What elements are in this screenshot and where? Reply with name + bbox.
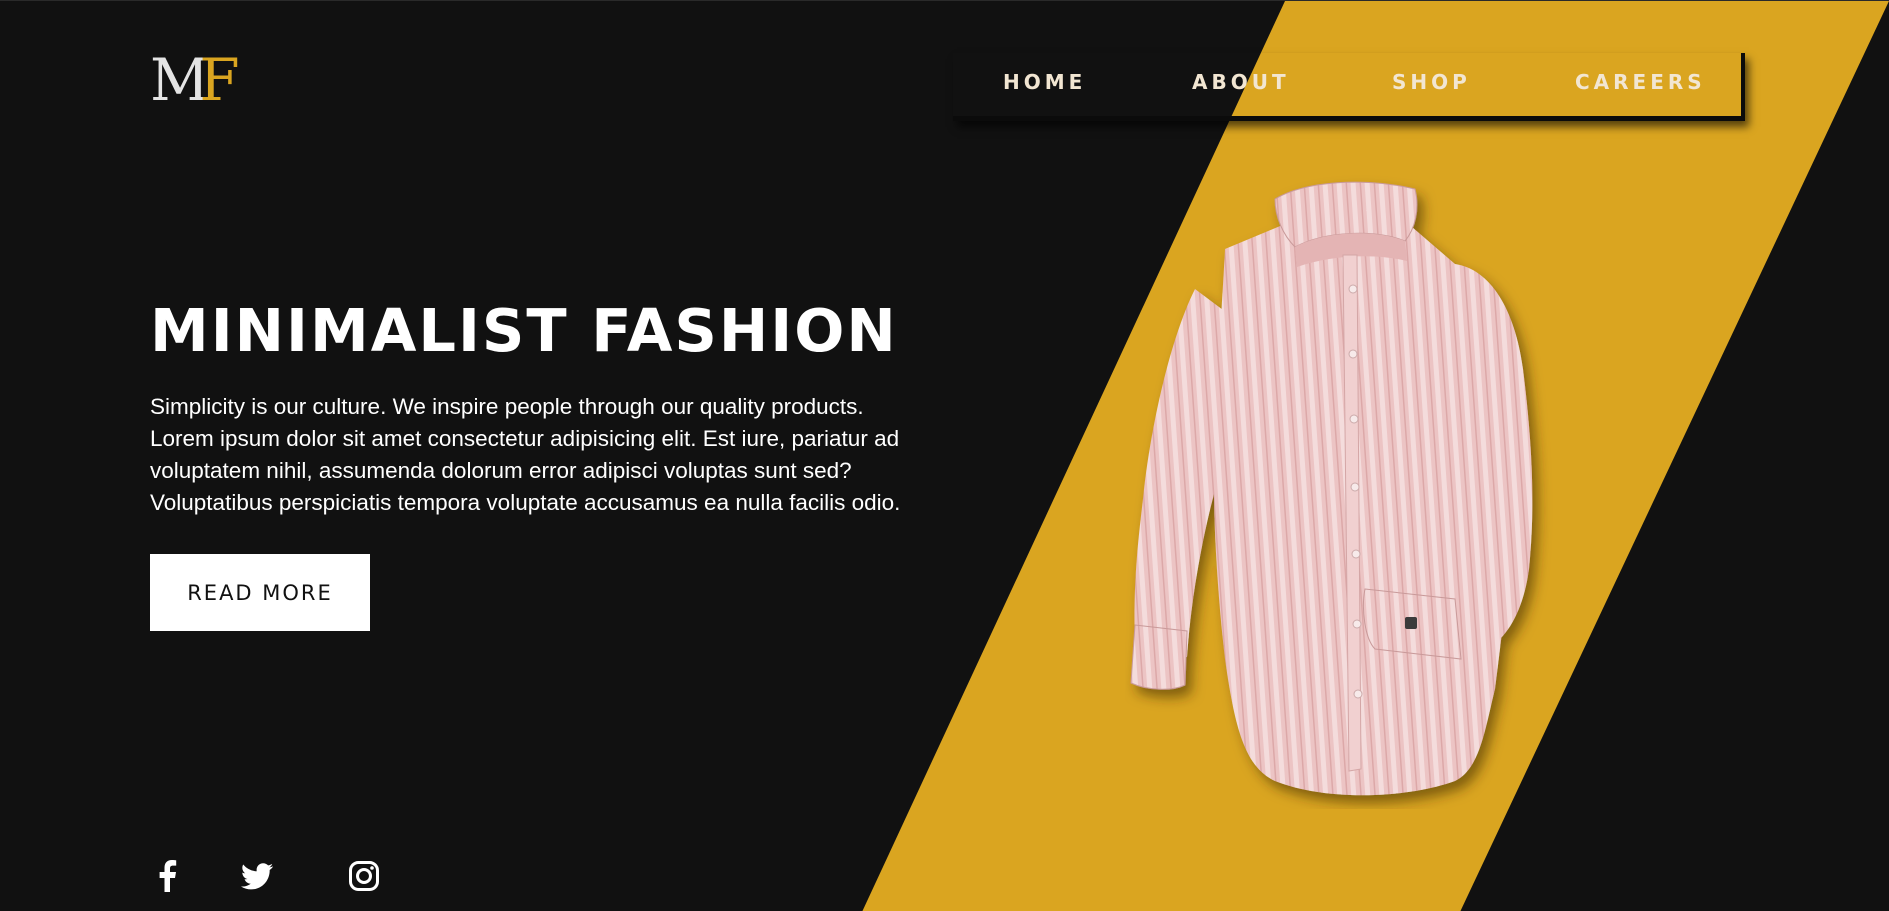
twitter-icon[interactable] [240,859,274,893]
hero-description-line: Simplicity is our culture. We inspire pe… [150,394,864,419]
brand-logo[interactable]: MF [150,51,240,109]
hero-description: Simplicity is our culture. We inspire pe… [150,391,970,519]
logo-letter-m: M [150,46,209,114]
nav-item-about[interactable]: ABOUT [1192,70,1290,94]
facebook-icon[interactable] [155,859,179,893]
landing-page: MF HOME ABOUT SHOP CAREERS MINIMALIST FA… [0,0,1889,911]
hero-description-line: Voluptatibus perspiciatis tempora volupt… [150,490,901,515]
hero-description-line: voluptatem nihil, assumenda dolorum erro… [150,458,852,483]
nav-item-shop[interactable]: SHOP [1392,70,1471,94]
main-navigation: HOME ABOUT SHOP CAREERS [953,53,1745,121]
instagram-icon[interactable] [347,859,381,893]
nav-item-home[interactable]: HOME [1003,70,1086,94]
shirt-image [1130,181,1533,796]
hero-description-line: Lorem ipsum dolor sit amet consectetur a… [150,426,900,451]
hero-title: MINIMALIST FASHION [150,296,898,365]
nav-item-careers[interactable]: CAREERS [1575,70,1706,94]
logo-letter-f: F [199,46,239,114]
read-more-button[interactable]: READ MORE [150,554,370,631]
